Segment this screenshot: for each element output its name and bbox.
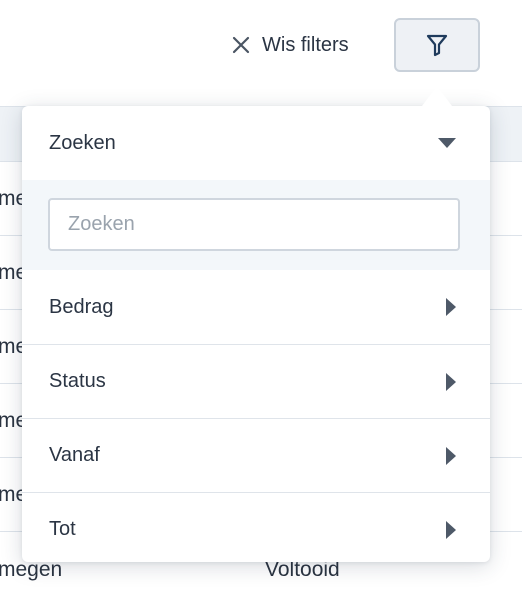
filter-toggle-button[interactable]: [394, 18, 480, 72]
filter-section-label: Zoeken: [49, 131, 116, 154]
chevron-right-icon: [446, 298, 456, 316]
clear-filters-button[interactable]: Wis filters: [232, 31, 349, 59]
filter-item-vanaf[interactable]: Vanaf: [22, 418, 490, 492]
filter-item-tot[interactable]: Tot: [22, 492, 490, 562]
chevron-right-icon: [446, 372, 456, 391]
chevron-down-icon: [438, 138, 456, 148]
search-input[interactable]: [48, 198, 460, 251]
filter-section-search[interactable]: Zoeken: [22, 106, 490, 180]
filter-dropdown-panel: Zoeken Bedrag Status Vanaf Tot: [22, 106, 490, 562]
page: me me me me me megen Voltooid Wis filter…: [0, 0, 522, 602]
dropdown-pointer: [422, 86, 452, 106]
chevron-right-icon: [446, 520, 456, 539]
close-icon: [232, 36, 250, 54]
filter-item-label: Tot: [49, 518, 76, 540]
chevron-right-icon: [446, 446, 456, 465]
filter-item-label: Status: [49, 370, 106, 392]
filter-item-label: Bedrag: [49, 295, 114, 318]
filter-item-bedrag[interactable]: Bedrag: [22, 270, 490, 344]
search-section: [22, 180, 490, 270]
funnel-icon: [426, 33, 448, 57]
clear-filters-label: Wis filters: [262, 33, 349, 56]
filter-item-label: Vanaf: [49, 444, 100, 466]
filter-item-status[interactable]: Status: [22, 344, 490, 418]
